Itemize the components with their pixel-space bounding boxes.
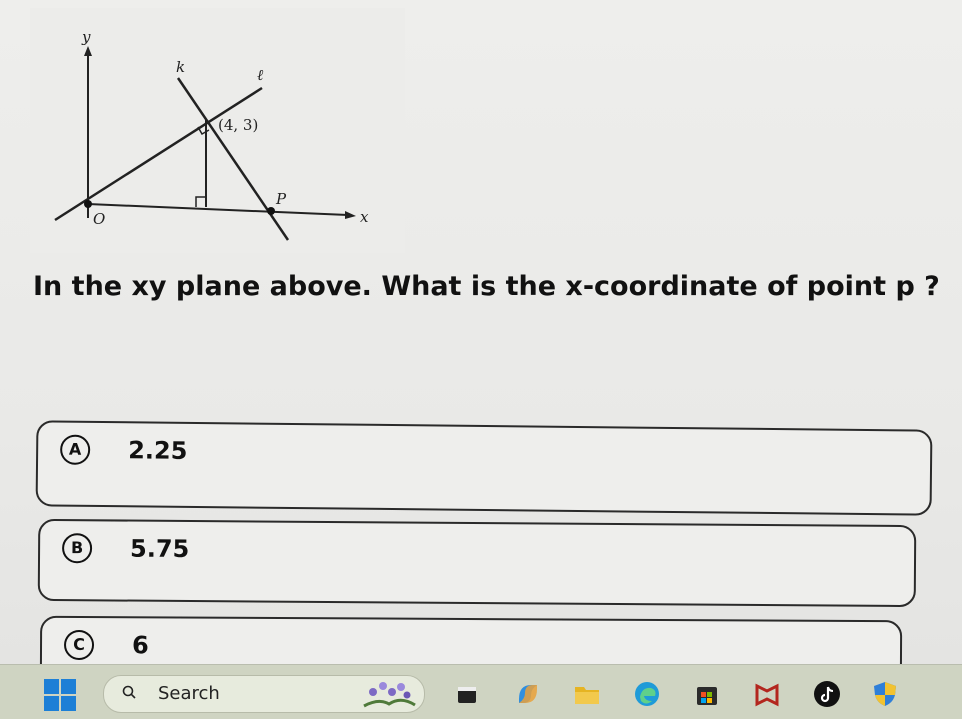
file-explorer-icon[interactable] — [572, 679, 602, 709]
search-icon — [122, 685, 136, 699]
point-coordinate-label: (4, 3) — [218, 116, 258, 134]
store-icon[interactable] — [692, 679, 722, 709]
search-label: Search — [158, 683, 220, 704]
origin-label: O — [93, 210, 105, 228]
figure-diagram: y x k ℓ (4, 3) P O — [54, 28, 369, 241]
tiktok-icon[interactable] — [812, 679, 842, 709]
y-axis-label: y — [81, 28, 91, 46]
screen: y x k ℓ (4, 3) P O In the xy plane above… — [0, 0, 962, 719]
taskbar: Search — [0, 664, 962, 719]
edge-icon[interactable] — [632, 679, 662, 709]
option-value: 5.75 — [129, 534, 190, 563]
copilot-icon[interactable] — [513, 679, 543, 709]
line-l-label: ℓ — [257, 66, 263, 84]
point-p-label: P — [275, 190, 287, 208]
taskbar-search-box[interactable]: Search — [103, 675, 425, 713]
y-axis-arrow — [84, 46, 92, 56]
answer-option-a[interactable]: A 2.25 — [35, 420, 933, 516]
x-axis — [87, 203, 349, 216]
mcafee-icon[interactable] — [752, 679, 782, 709]
x-axis-arrow — [345, 211, 356, 219]
option-letter: C — [63, 629, 95, 661]
app-icon[interactable] — [452, 679, 482, 709]
windows-start-icon[interactable] — [44, 679, 76, 711]
search-highlight-flowers-icon — [363, 682, 416, 708]
option-value: 6 — [131, 631, 149, 660]
line-k-label: k — [176, 58, 185, 76]
answer-option-b[interactable]: B 5.75 — [37, 518, 917, 608]
option-value: 2.25 — [128, 436, 188, 465]
coordinate-figure: y x k ℓ (4, 3) P O — [30, 8, 405, 253]
point-p — [267, 207, 275, 215]
origin-point — [84, 200, 92, 208]
option-letter: B — [61, 533, 93, 564]
x-axis-label: x — [360, 208, 369, 226]
right-angle-mark-bottom — [195, 196, 206, 207]
line-k — [176, 77, 290, 241]
option-letter: A — [60, 434, 91, 465]
security-shield-icon[interactable] — [870, 679, 900, 709]
question-text: In the xy plane above. What is the x-coo… — [33, 271, 940, 302]
